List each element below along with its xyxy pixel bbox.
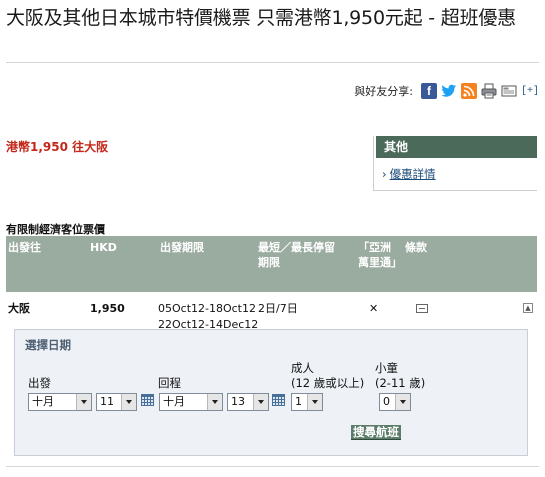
search-flights-button[interactable]: 搜尋航班 <box>351 425 401 440</box>
rss-icon[interactable] <box>460 83 477 99</box>
date-picker-panel: 選擇日期 成人 (12 歲或以上) 小童 (2-11 歲) 出發 回程 十月 1… <box>14 329 528 456</box>
share-bar: 與好友分享: f [+] <box>354 83 539 99</box>
return-month-select[interactable]: 十月 <box>159 393 223 411</box>
row-price: 1,950 <box>90 302 125 315</box>
return-day-select[interactable]: 13 <box>227 393 269 411</box>
header-currency: HKD <box>90 241 117 254</box>
depart-month-select[interactable]: 十月 <box>28 393 92 411</box>
price-heading: 港幣1,950 往大阪 <box>6 140 109 154</box>
chevron-down-icon <box>121 394 136 410</box>
chevron-down-icon <box>207 394 222 410</box>
depart-calendar-icon[interactable] <box>141 394 154 406</box>
row-stay: 2日/7日 <box>258 302 298 315</box>
title-divider <box>6 62 539 63</box>
page-title: 大阪及其他日本城市特價機票 只需港幣1,950元起 - 超班優惠 <box>6 7 516 29</box>
return-calendar-icon[interactable] <box>272 394 285 406</box>
sidebar-heading: 其他 <box>376 136 537 158</box>
adults-select[interactable]: 1 <box>291 393 323 411</box>
twitter-icon[interactable] <box>440 83 457 99</box>
child-age-label: (2-11 歲) <box>375 376 426 390</box>
adults-value: 1 <box>295 395 302 408</box>
chevron-down-icon <box>395 394 410 410</box>
return-day-value: 13 <box>231 395 245 408</box>
children-select[interactable]: 0 <box>379 393 411 411</box>
facebook-icon[interactable]: f <box>420 83 437 99</box>
children-value: 0 <box>383 395 390 408</box>
adult-label: 成人 <box>291 361 314 375</box>
header-terms: 條款 <box>405 241 427 254</box>
child-label: 小童 <box>375 361 398 375</box>
header-destination: 出發往 <box>8 241 41 254</box>
fare-table-caption: 有限制經濟客位票價 <box>6 223 105 236</box>
adult-age-label: (12 歲或以上) <box>291 376 365 390</box>
row-asia-miles: ✕ <box>369 302 379 315</box>
offer-details-link[interactable]: 優惠詳情 <box>382 166 436 182</box>
row-destination: 大阪 <box>8 302 30 315</box>
depart-label: 出發 <box>28 376 51 390</box>
row-period-1: 05Oct12-18Oct12 <box>158 302 256 315</box>
fare-table-header: 出發往 HKD 出發期限 最短／最長停留期限 「亞洲萬里通」 條款 <box>6 236 537 292</box>
share-more-link[interactable]: [+] <box>521 86 539 97</box>
fare-table: 出發往 HKD 出發期限 最短／最長停留期限 「亞洲萬里通」 條款 大阪 1,9… <box>6 236 537 332</box>
header-stay: 最短／最長停留期限 <box>258 241 335 269</box>
date-picker-title: 選擇日期 <box>25 338 71 352</box>
table-row: 大阪 1,950 05Oct12-18Oct12 22Oct12-14Dec12… <box>6 292 537 332</box>
return-label: 回程 <box>158 376 181 390</box>
chevron-down-icon <box>76 394 91 410</box>
print-icon[interactable] <box>480 83 497 99</box>
chevron-down-icon <box>307 394 322 410</box>
header-asia-miles: 「亞洲萬里通」 <box>358 241 402 269</box>
return-month-value: 十月 <box>163 395 185 408</box>
depart-month-value: 十月 <box>32 395 54 408</box>
header-travel-period: 出發期限 <box>160 241 204 254</box>
depart-day-value: 11 <box>100 395 114 408</box>
terms-icon[interactable] <box>416 304 428 313</box>
share-label: 與好友分享: <box>354 85 413 98</box>
chevron-down-icon <box>253 394 268 410</box>
depart-day-select[interactable]: 11 <box>96 393 137 411</box>
collapse-icon[interactable]: ▲ <box>523 303 533 313</box>
bottom-divider <box>6 466 539 467</box>
sidebar-box: 其他 優惠詳情 <box>373 136 537 191</box>
email-icon[interactable] <box>500 83 517 99</box>
